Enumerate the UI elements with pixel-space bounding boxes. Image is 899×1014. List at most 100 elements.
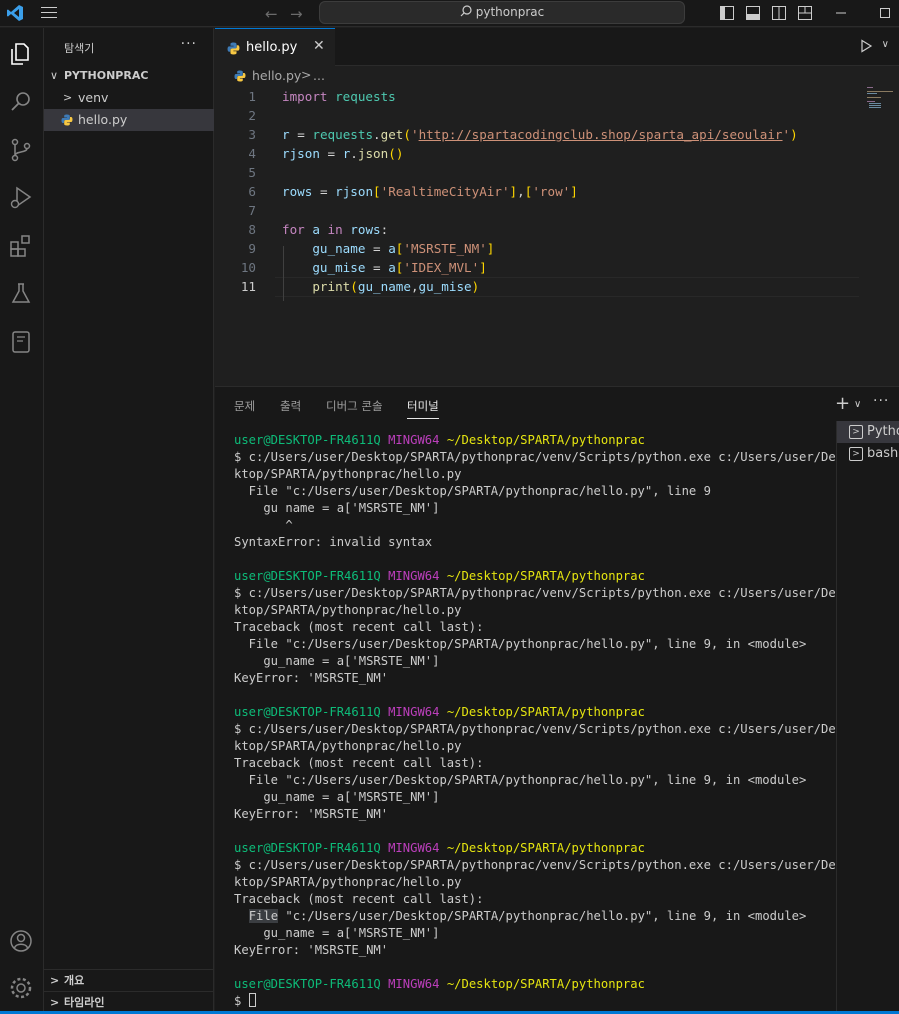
terminal-line: Traceback (most recent call last): [234,620,484,634]
tree-item-label: hello.py [78,112,128,127]
tab-hello-py[interactable]: hello.py ✕ [215,28,335,66]
new-terminal-icon[interactable]: + [835,393,850,414]
outline-label: 개요 [64,974,85,987]
tree-item-hello-py[interactable]: hello.py [44,109,214,131]
line-number: 6 [248,184,256,199]
minimap[interactable] [866,86,894,110]
terminal-line: $ c:/Users/user/Desktop/SPARTA/pythonpra… [234,858,844,872]
terminal-list: > Python > bash [836,421,899,1014]
code-line: 2 [215,106,899,125]
line-number: 1 [248,89,256,104]
vscode-logo-icon[interactable] [6,4,24,22]
code-line: 8 for a in rows: [215,220,899,239]
terminal-prompt: user@DESKTOP-FR4611Q MINGW64 ~/Desktop/S… [234,705,645,719]
line-number: 7 [248,203,256,218]
activity-bar [0,28,44,1014]
breadcrumb-symbols[interactable]: ... [313,68,325,83]
indent-guide [283,246,284,301]
terminal-prompt: user@DESKTOP-FR4611Q MINGW64 ~/Desktop/S… [234,569,645,583]
editor-tabs: hello.py ✕ ∨ [215,28,899,66]
run-python-file-icon[interactable] [859,39,873,53]
python-file-icon [61,114,73,126]
command-center-search[interactable]: pythonprac [319,1,685,24]
menu-icon[interactable] [41,7,57,19]
highlighted-word: File [248,909,279,923]
customize-layout-icon[interactable] [798,6,812,20]
chevron-right-icon: > [50,974,60,987]
code-text: gu_mise = a['IDEX_MVL'] [312,260,487,275]
code-line: 5 [215,163,899,182]
chevron-right-icon: > [63,91,73,104]
terminal-line: Traceback (most recent call last): [234,892,484,906]
title-bar: ← → pythonprac [0,0,899,27]
search-icon[interactable] [7,88,35,116]
code-line: 9 gu_name = a['MSRSTE_NM'] [215,239,899,258]
tree-item-venv[interactable]: > venv [44,87,214,109]
toggle-secondary-sidebar-icon[interactable] [772,6,786,20]
terminal-line: $ c:/Users/user/Desktop/SPARTA/pythonpra… [234,450,844,464]
maximize-icon[interactable] [878,6,892,20]
code-editor[interactable]: 1 import requests 2 3 r = requests.get('ht… [215,86,899,386]
extensions-icon[interactable] [7,232,35,260]
forward-arrow-icon[interactable]: → [290,5,303,23]
breadcrumb-file[interactable]: hello.py [252,68,301,83]
testing-flask-icon[interactable] [7,280,35,308]
terminal-prompt: user@DESKTOP-FR4611Q MINGW64 ~/Desktop/S… [234,433,645,447]
tab-output[interactable]: 출력 [280,398,301,414]
terminal-item-bash[interactable]: > bash [837,443,899,465]
explorer-icon[interactable] [7,40,35,68]
line-number: 8 [248,222,256,237]
source-control-icon[interactable] [7,136,35,164]
code-line: 7 [215,201,899,220]
close-tab-icon[interactable]: ✕ [313,38,325,54]
terminal-line: ^ [234,518,293,532]
tab-problems[interactable]: 문제 [234,398,255,414]
chevron-down-icon[interactable]: ∨ [854,399,861,410]
terminal-item-python[interactable]: > Python [837,421,899,443]
explorer-title: 탐색기 [64,42,95,55]
code-line-current: 11 print(gu_name,gu_mise) [215,277,899,297]
code-text: rows = rjson['RealtimeCityAir'],['row'] [282,184,578,199]
code-text: gu_name = a['MSRSTE_NM'] [312,241,495,256]
line-number: 9 [248,241,256,256]
minimize-icon[interactable] [834,6,848,20]
search-text: pythonprac [475,5,545,19]
project-folder-header[interactable]: ∨ PYTHONPRAC [44,65,214,87]
explorer-sidebar: 탐색기 ··· ∨ PYTHONPRAC > venv hello.py > 개… [44,28,214,1014]
settings-gear-icon[interactable] [7,974,35,1002]
code-text: rjson = r.json() [282,146,404,161]
terminal-input-line[interactable]: $ [234,993,256,1010]
tab-terminal[interactable]: 터미널 [407,398,439,419]
terminal-line: KeyError: 'MSRSTE_NM' [234,807,389,821]
terminal-line: File "c:/Users/user/Desktop/SPARTA/pytho… [248,909,807,923]
terminal-name: Python [867,424,899,439]
terminal-cursor [248,993,256,1007]
terminal-line: gu_name = a['MSRSTE_NM'] [234,926,440,940]
terminal-line: gu_name = a['MSRSTE_NM'] [234,790,440,804]
chevron-down-icon[interactable]: ∨ [882,39,889,50]
project-folder-name: PYTHONPRAC [64,69,149,82]
terminal-line: ktop/SPARTA/pythonprac/hello.py [234,467,462,481]
toggle-primary-sidebar-icon[interactable] [720,6,734,20]
more-actions-icon[interactable]: ··· [873,393,889,409]
terminal-line: KeyError: 'MSRSTE_NM' [234,671,389,685]
code-line: 3 r = requests.get('http://spartacodingcl… [215,125,899,144]
timeline-section[interactable]: > 타임라인 [44,991,214,1013]
terminal-line: $ c:/Users/user/Desktop/SPARTA/pythonpra… [234,722,844,736]
back-arrow-icon[interactable]: ← [265,5,278,23]
tab-label: hello.py [246,40,298,55]
account-icon[interactable] [7,927,35,955]
outline-section[interactable]: > 개요 [44,969,214,991]
tab-debug-console[interactable]: 디버그 콘솔 [326,398,383,414]
bottom-panel: 문제 출력 디버그 콘솔 터미널 + ∨ ··· user@DESKTOP-FR… [215,386,899,1014]
python-file-icon [227,42,240,55]
breadcrumb: hello.py > ... [215,66,899,86]
toggle-panel-icon[interactable] [746,6,760,20]
notebook-icon[interactable] [7,328,35,356]
terminal-line: File "c:/Users/user/Desktop/SPARTA/pytho… [234,773,807,787]
more-actions-icon[interactable]: ··· [181,36,197,52]
code-line: 4 rjson = r.json() [215,144,899,163]
terminal-line: KeyError: 'MSRSTE_NM' [234,943,389,957]
run-and-debug-icon[interactable] [7,184,35,212]
code-text: for a in rows: [282,222,389,237]
